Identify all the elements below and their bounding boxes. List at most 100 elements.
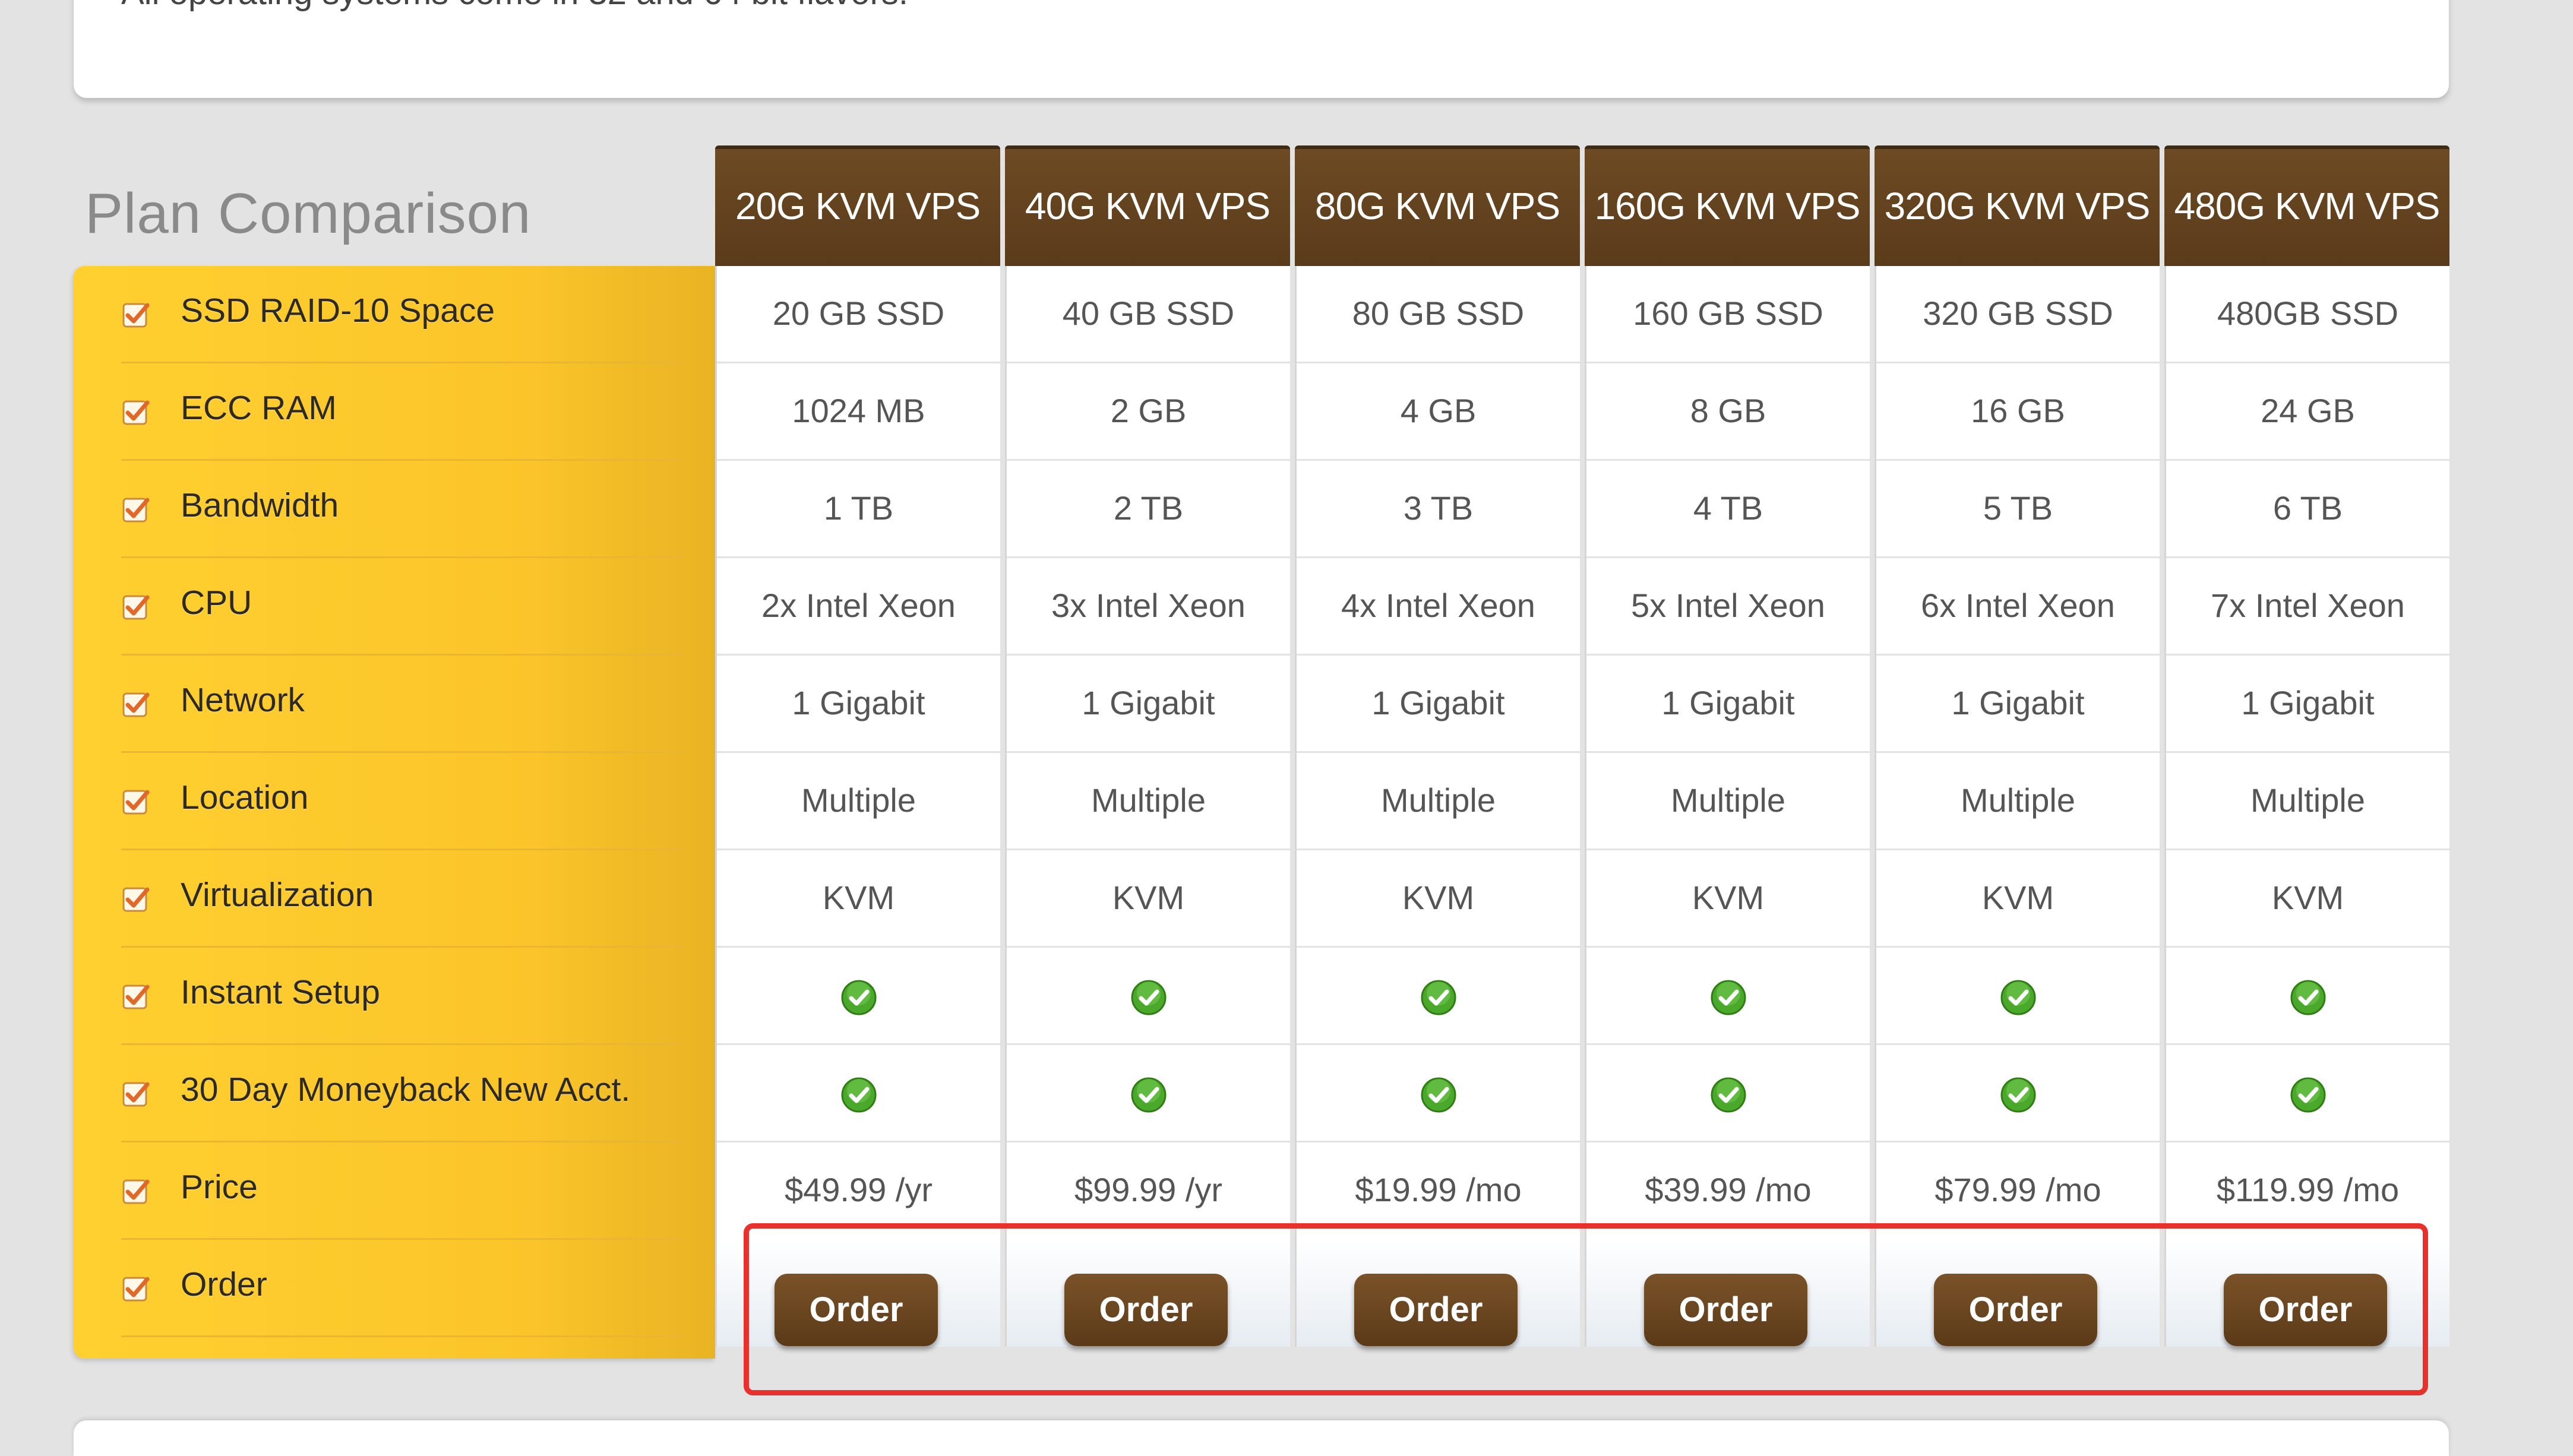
plan-cell-space: 160 GB SSD	[1586, 266, 1870, 363]
plan-cell-ram: 16 GB	[1876, 363, 2160, 461]
intro-card: All operating systems come in 32 and 64 …	[74, 0, 2449, 98]
feature-label: Location	[181, 778, 309, 816]
plan-cell-bandwidth: 2 TB	[1007, 461, 1290, 558]
plan-price: $39.99 /mo	[1645, 1171, 1812, 1208]
plan-cell-location: Multiple	[2166, 753, 2449, 850]
green-check-circle-icon	[2290, 980, 2325, 1015]
plan-cell-ram: 4 GB	[1297, 363, 1580, 461]
feature-row: Bandwidth	[121, 461, 685, 558]
green-check-circle-icon	[1711, 1077, 1746, 1113]
plan-cell-virtualization: KVM	[1007, 850, 1290, 948]
plan-body: 40 GB SSD 2 GB 2 TB 3x Intel Xeon 1 Gigabit M…	[1005, 266, 1290, 1240]
plan-cell-space: 480GB SSD	[2166, 266, 2449, 363]
order-button[interactable]: Order	[775, 1274, 938, 1346]
feature-label: ECC RAM	[181, 389, 337, 427]
checkbox-checked-icon	[122, 985, 150, 1009]
order-button[interactable]: Order	[1354, 1274, 1518, 1346]
plan-cell-cpu: 3x Intel Xeon	[1007, 558, 1290, 656]
plan-column: 20G KVM VPS 20 GB SSD 1024 MB 1 TB 2x Intel …	[715, 145, 1000, 1375]
plan-cell-network: 1 Gigabit	[2166, 656, 2449, 753]
plan-cell-moneyback	[1297, 1045, 1580, 1142]
order-button[interactable]: Order	[1934, 1274, 2097, 1346]
order-button[interactable]: Order	[1644, 1274, 1807, 1346]
plan-cell-moneyback	[1007, 1045, 1290, 1142]
green-check-circle-icon	[841, 1077, 876, 1113]
plan-price: $49.99 /yr	[784, 1171, 933, 1208]
page-title: Plan Comparison	[85, 182, 532, 245]
plan-cell-network: 1 Gigabit	[717, 656, 1000, 753]
plan-cell-location: Multiple	[1297, 753, 1580, 850]
plan-price: $119.99 /mo	[2216, 1171, 2400, 1208]
plan-price: $79.99 /mo	[1935, 1171, 2101, 1208]
plan-cell-moneyback	[2166, 1045, 2449, 1142]
plan-cell-bandwidth: 4 TB	[1586, 461, 1870, 558]
checkbox-checked-icon	[122, 790, 150, 815]
plan-cell-moneyback	[1876, 1045, 2160, 1142]
feature-row: Virtualization	[121, 850, 685, 948]
green-check-circle-icon	[2000, 980, 2035, 1015]
feature-row: Order	[121, 1240, 685, 1337]
plan-cell-network: 1 Gigabit	[1586, 656, 1870, 753]
plan-body: 20 GB SSD 1024 MB 1 TB 2x Intel Xeon 1 Gigab…	[715, 266, 1000, 1240]
plan-body: 480GB SSD 24 GB 6 TB 7x Intel Xeon 1 Gigabit…	[2164, 266, 2449, 1240]
feature-row: Price	[121, 1142, 685, 1240]
plan-price: $19.99 /mo	[1355, 1171, 1522, 1208]
green-check-circle-icon	[2000, 1077, 2035, 1113]
plan-body: 80 GB SSD 4 GB 3 TB 4x Intel Xeon 1 Gigabit M…	[1295, 266, 1580, 1240]
plan-cell-moneyback	[1586, 1045, 1870, 1142]
green-check-circle-icon	[1131, 1077, 1166, 1113]
order-button[interactable]: Order	[2224, 1274, 2387, 1346]
plan-cell-virtualization: KVM	[1297, 850, 1580, 948]
plan-header: 480G KVM VPS	[2164, 145, 2449, 266]
plan-column: 320G KVM VPS 320 GB SSD 16 GB 5 TB 6x Intel …	[1875, 145, 2160, 1375]
checkbox-checked-icon	[122, 498, 150, 523]
plan-cell-network: 1 Gigabit	[1876, 656, 2160, 753]
plan-header: 320G KVM VPS	[1875, 145, 2160, 266]
plan-cell-moneyback	[717, 1045, 1000, 1142]
plan-cell-location: Multiple	[1876, 753, 2160, 850]
plan-cell-location: Multiple	[717, 753, 1000, 850]
checkbox-checked-icon	[122, 1179, 150, 1204]
plan-cell-space: 40 GB SSD	[1007, 266, 1290, 363]
plan-cell-cpu: 6x Intel Xeon	[1876, 558, 2160, 656]
plan-cell-bandwidth: 5 TB	[1876, 461, 2160, 558]
plan-cell-instant_setup	[1297, 948, 1580, 1045]
checkbox-checked-icon	[122, 887, 150, 912]
plan-cell-bandwidth: 1 TB	[717, 461, 1000, 558]
feature-row: Instant Setup	[121, 948, 685, 1045]
plan-cell-cpu: 4x Intel Xeon	[1297, 558, 1580, 656]
feature-row: ECC RAM	[121, 363, 685, 461]
plan-cell-cpu: 2x Intel Xeon	[717, 558, 1000, 656]
feature-row: CPU	[121, 558, 685, 656]
feature-label: Virtualization	[181, 876, 374, 914]
plan-cell-bandwidth: 3 TB	[1297, 461, 1580, 558]
plan-body: 160 GB SSD 8 GB 4 TB 5x Intel Xeon 1 Gigabit…	[1585, 266, 1870, 1240]
feature-label: Network	[181, 681, 305, 719]
plan-cell-virtualization: KVM	[2166, 850, 2449, 948]
plan-cell-virtualization: KVM	[1586, 850, 1870, 948]
plan-cell-network: 1 Gigabit	[1297, 656, 1580, 753]
order-button[interactable]: Order	[1064, 1274, 1228, 1346]
checkbox-checked-icon	[122, 692, 150, 717]
checkbox-checked-icon	[122, 595, 150, 620]
plan-header: 160G KVM VPS	[1585, 145, 1870, 266]
plan-cell-cpu: 7x Intel Xeon	[2166, 558, 2449, 656]
feature-column: SSD RAID-10 Space ECC RAM Bandwidth CPU Netw…	[74, 266, 715, 1359]
feature-label: SSD RAID-10 Space	[181, 292, 495, 330]
green-check-circle-icon	[841, 980, 876, 1015]
plan-cell-ram: 24 GB	[2166, 363, 2449, 461]
bottom-card	[74, 1420, 2449, 1456]
os-note: All operating systems come in 32 and 64 …	[121, 0, 908, 12]
green-check-circle-icon	[2290, 1077, 2325, 1113]
feature-row: Location	[121, 753, 685, 850]
plan-cell-location: Multiple	[1007, 753, 1290, 850]
plan-cell-ram: 8 GB	[1586, 363, 1870, 461]
plan-cell-cpu: 5x Intel Xeon	[1586, 558, 1870, 656]
plan-header: 20G KVM VPS	[715, 145, 1000, 266]
plan-cell-instant_setup	[1586, 948, 1870, 1045]
plan-cell-virtualization: KVM	[1876, 850, 2160, 948]
feature-row: Network	[121, 656, 685, 753]
plan-cell-virtualization: KVM	[717, 850, 1000, 948]
plan-cell-bandwidth: 6 TB	[2166, 461, 2449, 558]
plan-cell-instant_setup	[1007, 948, 1290, 1045]
